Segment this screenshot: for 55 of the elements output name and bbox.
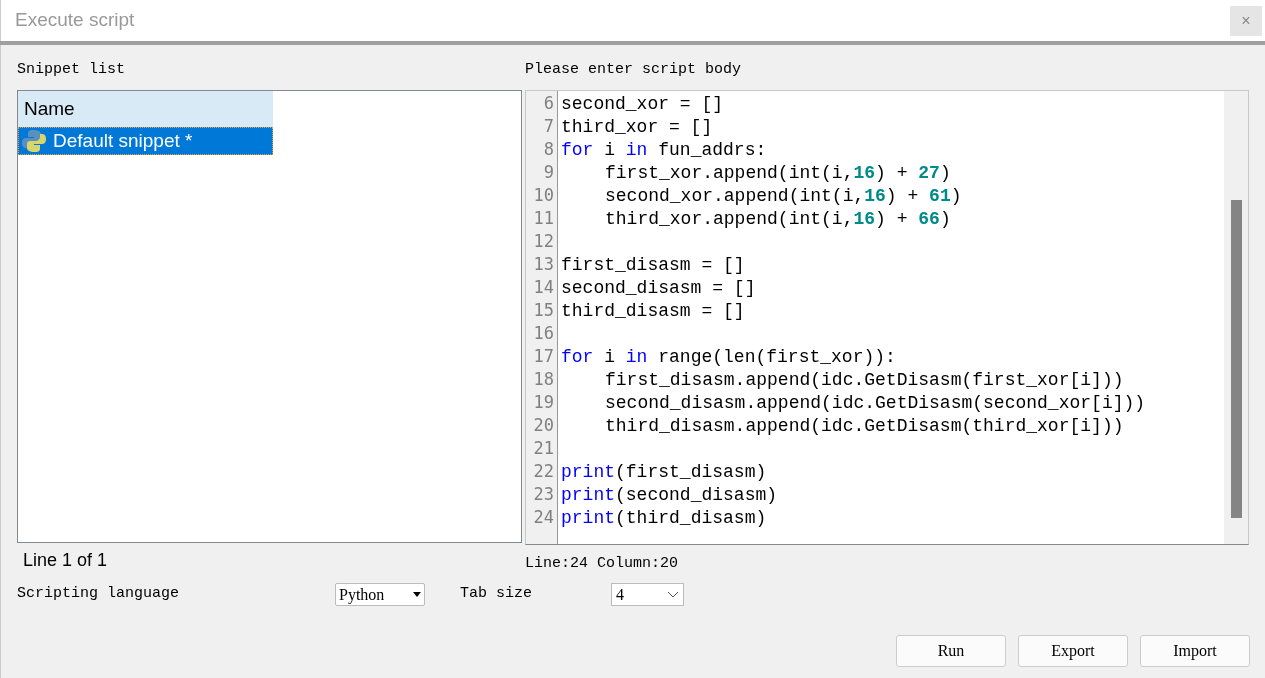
line-number: 12 (532, 230, 555, 253)
line-number: 22 (532, 460, 555, 483)
line-number: 10 (532, 184, 555, 207)
dialog-button[interactable]: Export (1018, 634, 1128, 667)
python-logo-icon (21, 128, 47, 154)
scripting-language-label: Scripting language (17, 584, 181, 605)
window-title: Execute script (15, 8, 135, 33)
scrollbar[interactable] (1224, 91, 1248, 544)
chevron-down-icon (667, 591, 679, 598)
line-number: 6 (542, 92, 555, 115)
line-number: 24 (532, 506, 555, 529)
snippet-list-label: Snippet list (17, 60, 127, 80)
line-number: 7 (542, 115, 555, 138)
code-line: third_xor = [] (561, 117, 713, 137)
line-number: 16 (532, 322, 555, 345)
tab-size-dropdown[interactable]: 4 (611, 583, 684, 606)
code-line: first_xor.append(int(i,16) + 27) (605, 163, 951, 183)
code-line: third_disasm.append(idc.GetDisasm(third_xor[i])) (605, 416, 1124, 436)
code-editor[interactable] (525, 90, 1249, 545)
code-line: third_xor.append(int(i,16) + 66) (605, 209, 951, 229)
line-number: 23 (532, 483, 555, 506)
cursor-position: Line:24 Column:20 (525, 554, 680, 574)
code-line: print(second_disasm) (561, 485, 778, 505)
editor-label: Please enter script body (525, 60, 743, 80)
code-line: print(first_disasm) (561, 462, 767, 482)
code-line: second_xor = [] (561, 94, 724, 114)
line-number: 20 (532, 414, 555, 437)
tab-size-label: Tab size (460, 584, 533, 605)
code-line: print(third_disasm) (561, 508, 767, 528)
line-number: 19 (532, 391, 555, 414)
language-dropdown[interactable]: Python (335, 583, 425, 606)
line-number: 14 (532, 276, 555, 299)
line-number: 18 (532, 368, 555, 391)
code-line: second_disasm.append(idc.GetDisasm(second_xor[i])) (605, 393, 1146, 413)
code-line: for i in range(len(first_xor)): (561, 347, 896, 367)
dialog-button[interactable]: Run (896, 634, 1006, 667)
code-line: for i in fun_addrs: (561, 140, 767, 160)
code-line: second_xor.append(int(i,16) + 61) (605, 186, 962, 206)
code-line: first_disasm.append(idc.GetDisasm(first_xor[i])) (605, 370, 1124, 390)
line-number: 17 (532, 345, 555, 368)
snippet-item[interactable]: Default snippet * (18, 127, 273, 155)
list-status: Line 1 of 1 (23, 549, 109, 571)
code-line: third_disasm = [] (561, 301, 745, 321)
scrollbar-thumb[interactable] (1230, 200, 1242, 518)
dialog-button[interactable]: Import (1140, 634, 1250, 667)
line-number: 8 (542, 138, 555, 161)
code-line: first_disasm = [] (561, 255, 745, 275)
line-number: 11 (532, 207, 555, 230)
caret-icon (413, 592, 421, 597)
line-number: 21 (532, 437, 555, 460)
column-header[interactable]: Name (18, 91, 273, 127)
code-line: second_disasm = [] (561, 278, 756, 298)
line-number: 9 (542, 161, 555, 184)
line-number: 15 (532, 299, 555, 322)
line-number: 13 (532, 253, 555, 276)
